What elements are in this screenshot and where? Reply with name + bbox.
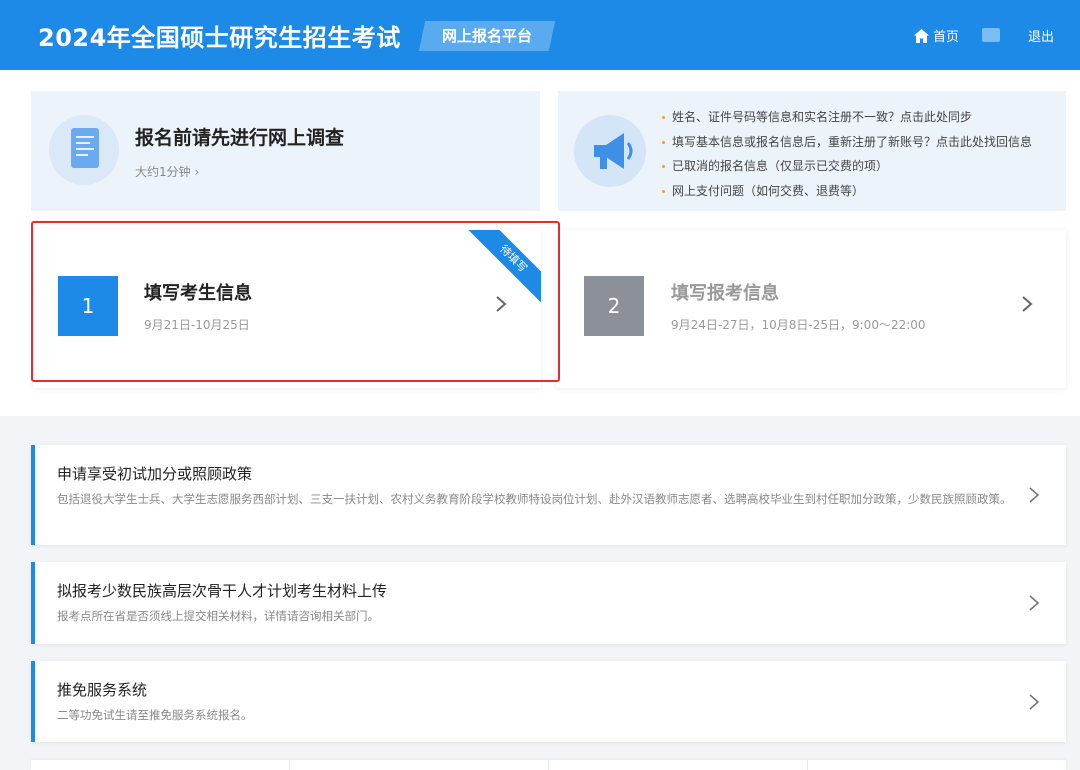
list-item-description: 报考点所在省是否须线上提交相关材料，详情请咨询相关部门。 bbox=[57, 609, 379, 623]
list-item-title: 拟报考少数民族高层次骨干人才计划考生材料上传 bbox=[57, 582, 388, 600]
list-item-title: 申请享受初试加分或照顾政策 bbox=[57, 465, 253, 483]
notice-item-payment[interactable]: 网上支付问题（如何交费、退费等） bbox=[662, 179, 1032, 204]
step-date: 9月21日-10月25日 bbox=[144, 318, 250, 332]
chevron-right-icon bbox=[1029, 595, 1040, 611]
home-icon bbox=[914, 28, 929, 43]
chevron-right-icon bbox=[496, 296, 507, 312]
chevron-right-icon bbox=[1022, 296, 1033, 312]
home-label: 首页 bbox=[933, 30, 960, 45]
survey-title: 报名前请先进行网上调查 bbox=[135, 127, 345, 149]
notice-item-sync[interactable]: 姓名、证件号码等信息和实名注册不一致？点击此处同步 bbox=[662, 105, 1032, 130]
list-item-minority-upload[interactable]: 拟报考少数民族高层次骨干人才计划考生材料上传 报考点所在省是否须线上提交相关材料… bbox=[31, 562, 1066, 644]
chevron-right-icon bbox=[1029, 694, 1040, 710]
list-item-title: 推免服务系统 bbox=[57, 681, 148, 699]
step-title: 填写考生信息 bbox=[144, 283, 252, 304]
step-date: 9月24日-27日，10月8日-25日，9:00～22:00 bbox=[671, 318, 926, 332]
logout-link[interactable]: 退出 bbox=[1028, 26, 1054, 45]
notice-item-cancelled[interactable]: 已取消的报名信息（仅显示已交费的项） bbox=[662, 154, 1032, 179]
list-item-bonus-policy[interactable]: 申请享受初试加分或照顾政策 包括退役大学生士兵、大学生志愿服务西部计划、三支一扶… bbox=[31, 445, 1066, 545]
platform-badge: 网上报名平台 bbox=[418, 21, 556, 51]
step-fill-candidate-info[interactable]: 1 填写考生信息 9月21日-10月25日 待填写 bbox=[33, 230, 541, 388]
bottom-tabs-strip bbox=[31, 760, 1066, 770]
step-number: 1 bbox=[58, 276, 118, 336]
top-header: 2024年全国硕士研究生招生考试 网上报名平台 首页 退出 bbox=[0, 0, 1080, 70]
notice-item-recover[interactable]: 填写基本信息或报名信息后，重新注册了新账号？点击此处找回信息 bbox=[662, 130, 1032, 155]
megaphone-icon bbox=[574, 115, 646, 187]
list-item-recommendation-system[interactable]: 推免服务系统 二等功免试生请至推免服务系统报名。 bbox=[31, 661, 1066, 742]
survey-card[interactable]: 报名前请先进行网上调查 大约1分钟 › bbox=[31, 91, 540, 211]
home-link[interactable]: 首页 bbox=[914, 26, 959, 45]
step-title: 填写报考信息 bbox=[671, 283, 779, 304]
step-number: 2 bbox=[584, 276, 644, 336]
survey-duration-link[interactable]: 大约1分钟 › bbox=[135, 163, 199, 180]
platform-label: 网上报名平台 bbox=[441, 27, 532, 45]
chevron-right-icon bbox=[1029, 487, 1040, 503]
step-fill-application-info[interactable]: 2 填写报考信息 9月24日-27日，10月8日-25日，9:00～22:00 bbox=[556, 230, 1066, 388]
notice-list: 姓名、证件号码等信息和实名注册不一致？点击此处同步 填写基本信息或报名信息后，重… bbox=[662, 105, 1032, 203]
user-avatar[interactable] bbox=[982, 28, 1000, 42]
page-title: 2024年全国硕士研究生招生考试 bbox=[38, 24, 401, 52]
list-item-description: 包括退役大学生士兵、大学生志愿服务西部计划、三支一扶计划、农村义务教育阶段学校教… bbox=[57, 492, 1012, 506]
notice-card: 姓名、证件号码等信息和实名注册不一致？点击此处同步 填写基本信息或报名信息后，重… bbox=[558, 91, 1066, 211]
document-icon bbox=[49, 115, 119, 185]
list-item-description: 二等功免试生请至推免服务系统报名。 bbox=[57, 708, 253, 722]
